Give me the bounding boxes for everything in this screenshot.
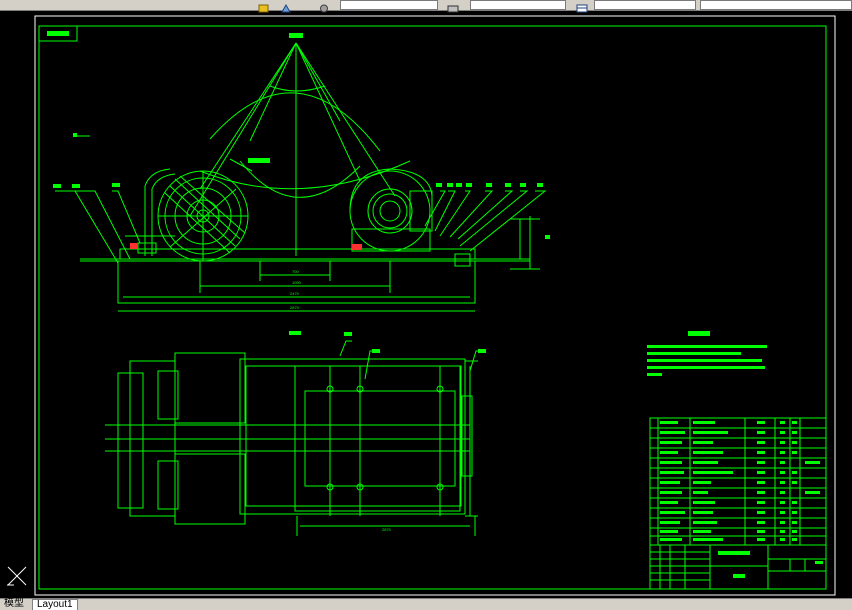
plan-dim-text: 2870 (382, 527, 392, 532)
drawing-number (733, 574, 745, 578)
ucs-icon (6, 565, 28, 587)
dim-700-text: 700 (292, 269, 299, 274)
layer-combo[interactable] (340, 0, 438, 10)
drawing-canvas[interactable]: 700 1000 2470 2870 2870 (0, 11, 852, 598)
front-view (55, 33, 547, 312)
note-line-4 (647, 366, 765, 369)
plan-view-labels (344, 332, 486, 353)
technical-notes (647, 331, 767, 376)
corner-label-text (47, 31, 69, 36)
note-line-3 (647, 359, 762, 362)
layout-tab-bar: 模型 Layout1 (0, 598, 852, 610)
callout-label (248, 158, 270, 163)
shape-icon[interactable] (280, 0, 292, 13)
parts-list-cells (660, 421, 820, 541)
dim-2470-text: 2470 (290, 291, 300, 296)
title-block-text (718, 551, 823, 578)
note-line-5 (647, 373, 662, 376)
cad-drawing: 700 1000 2470 2870 2870 (34, 15, 836, 596)
front-view-labels (53, 133, 550, 250)
notes-title (688, 331, 710, 336)
note-line-2 (647, 352, 741, 355)
properties-icon[interactable] (318, 0, 330, 13)
tab-model[interactable]: 模型 (0, 599, 28, 609)
layer-icon[interactable] (258, 0, 270, 13)
view-label-top (289, 33, 303, 38)
toolbar (0, 0, 852, 13)
plan-view (105, 331, 484, 536)
note-line-1 (647, 345, 767, 348)
dim-1000-text: 1000 (292, 280, 302, 285)
plotstyle-combo[interactable] (700, 0, 852, 10)
lineweight-combo[interactable] (594, 0, 696, 10)
table-icon[interactable] (576, 0, 588, 13)
linetype-combo[interactable] (470, 0, 566, 10)
plot-icon[interactable] (447, 0, 459, 13)
dim-2870-text: 2870 (290, 305, 300, 310)
drawing-frame (38, 25, 827, 590)
view-label-plan (289, 331, 301, 335)
tab-layout1[interactable]: Layout1 (32, 599, 78, 610)
drawing-title (718, 551, 750, 555)
